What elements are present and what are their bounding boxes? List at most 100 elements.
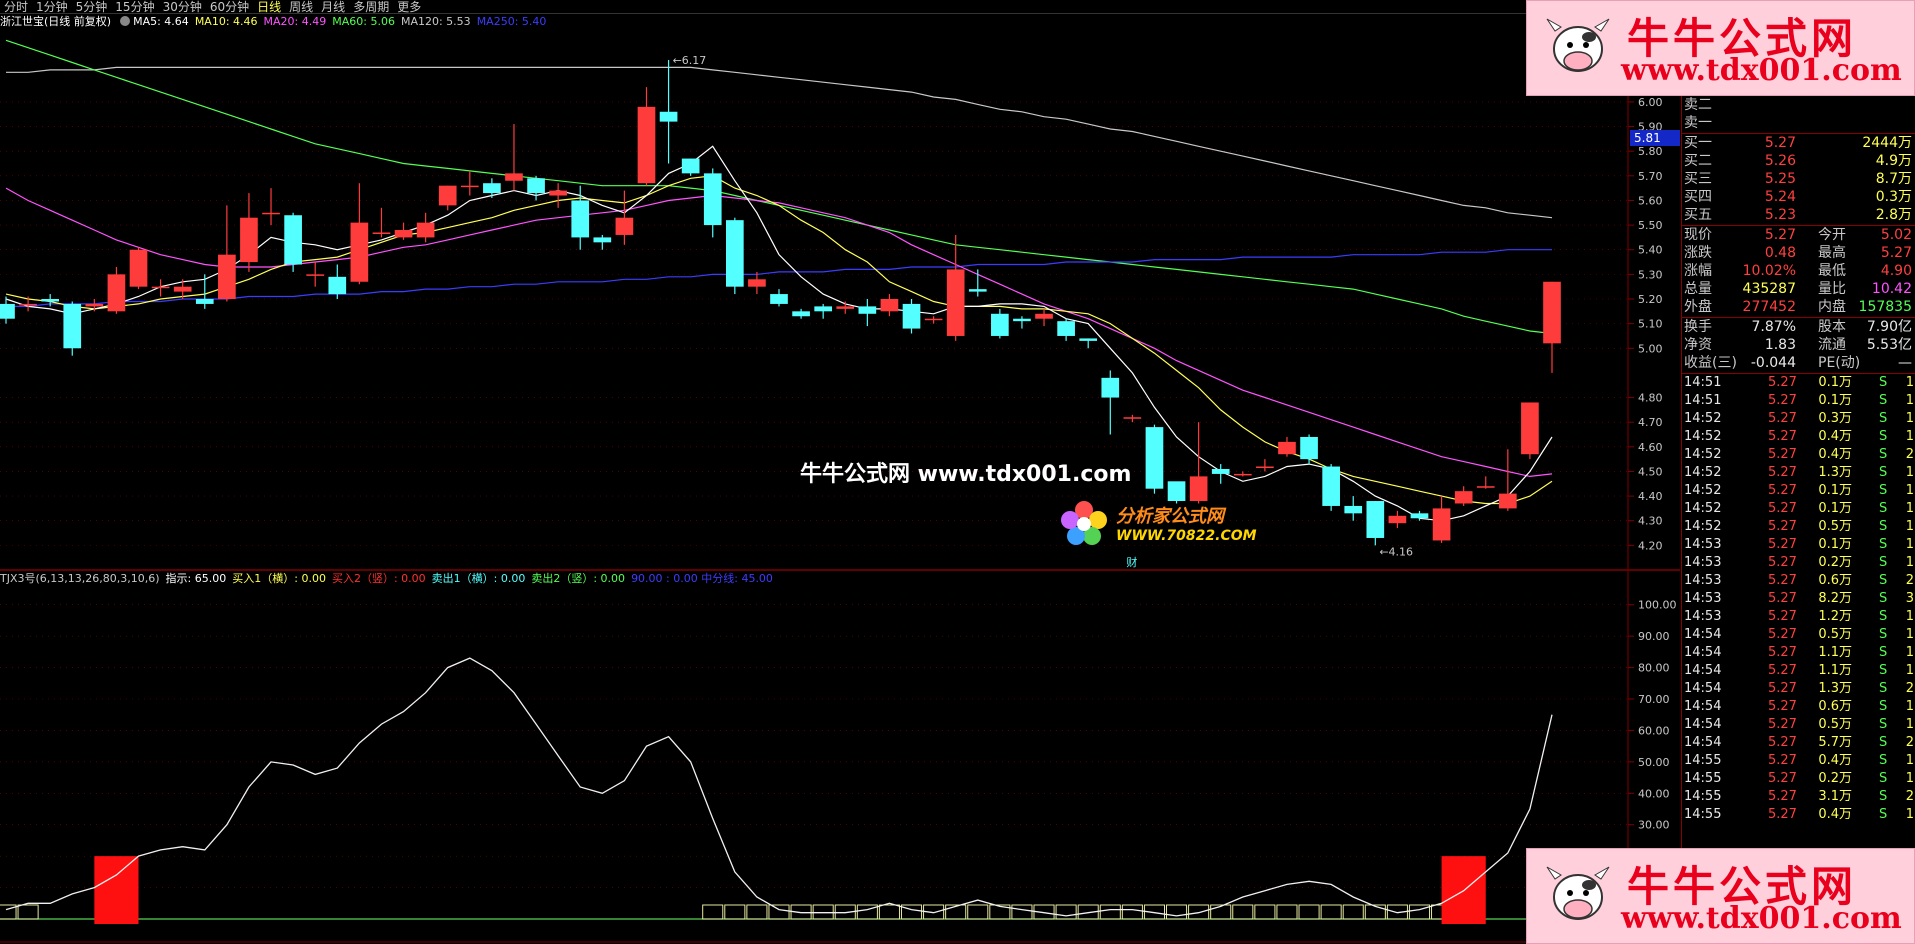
candle-body[interactable] <box>19 303 37 306</box>
tick-row[interactable]: 14:52 5.27 0.1万 S 1 <box>1684 500 1914 518</box>
tick-row[interactable]: 14:54 5.27 1.1万 S 1 <box>1684 644 1914 662</box>
period-tab[interactable]: 更多 <box>393 0 425 13</box>
tick-row[interactable]: 14:52 5.27 0.5万 S 1 <box>1684 518 1914 536</box>
buy-level-row[interactable]: 买四 5.24 0.3万 <box>1684 188 1914 206</box>
candle-body[interactable] <box>460 185 479 188</box>
candle-body[interactable] <box>571 200 590 238</box>
candle-body[interactable] <box>615 217 634 235</box>
period-tab[interactable]: 周线 <box>285 0 317 13</box>
candle-body[interactable] <box>306 274 325 276</box>
candle-body[interactable] <box>637 106 656 184</box>
candle-body[interactable] <box>1432 508 1451 541</box>
candle-body[interactable] <box>328 276 347 295</box>
candle-body[interactable] <box>1454 491 1473 504</box>
candle-body[interactable] <box>703 173 722 226</box>
period-tab[interactable]: 1分钟 <box>32 0 72 13</box>
tick-row[interactable]: 14:54 5.27 5.7万 S 2 <box>1684 734 1914 752</box>
candle-body[interactable] <box>968 289 987 292</box>
candle-body[interactable] <box>1410 513 1429 519</box>
tick-row[interactable]: 14:53 5.27 0.2万 S 1 <box>1684 554 1914 572</box>
candle-body[interactable] <box>173 286 192 292</box>
candle-body[interactable] <box>748 279 766 287</box>
candle-body[interactable] <box>1256 466 1274 469</box>
candle-body[interactable] <box>1278 441 1296 455</box>
candle-body[interactable] <box>527 178 545 194</box>
candle-body[interactable] <box>218 254 236 299</box>
candle-body[interactable] <box>681 158 700 174</box>
candle-body[interactable] <box>1211 468 1230 474</box>
period-tab[interactable]: 60分钟 <box>206 0 253 13</box>
buy-level-row[interactable]: 买三 5.25 8.7万 <box>1684 170 1914 188</box>
candle-body[interactable] <box>1013 318 1031 322</box>
candle-body[interactable] <box>1543 281 1561 344</box>
tick-row[interactable]: 14:54 5.27 0.5万 S 1 <box>1684 626 1914 644</box>
candle-body[interactable] <box>1300 436 1318 460</box>
tick-row[interactable]: 14:54 5.27 1.3万 S 2 <box>1684 680 1914 698</box>
candle-body[interactable] <box>416 222 435 238</box>
candle-body[interactable] <box>195 299 214 304</box>
candle-body[interactable] <box>372 232 391 234</box>
candle-body[interactable] <box>1366 501 1385 538</box>
tick-row[interactable]: 14:55 5.27 3.1万 S 2 <box>1684 788 1914 806</box>
sell-level-row[interactable]: 卖二 <box>1684 96 1914 114</box>
candle-body[interactable] <box>1145 427 1164 489</box>
tick-row[interactable]: 14:54 5.27 0.6万 S 1 <box>1684 698 1914 716</box>
buy-level-row[interactable]: 买二 5.26 4.9万 <box>1684 152 1914 170</box>
candle-body[interactable] <box>107 274 126 312</box>
candle-body[interactable] <box>350 222 369 282</box>
tick-row[interactable]: 14:52 5.27 0.4万 S 2 <box>1684 446 1914 464</box>
candle-body[interactable] <box>1344 505 1363 514</box>
tick-row[interactable]: 14:51 5.27 0.1万 S 1 <box>1684 392 1914 410</box>
tick-row[interactable]: 14:55 5.27 0.4万 S 1 <box>1684 752 1914 770</box>
tick-row[interactable]: 14:52 5.27 0.1万 S 1 <box>1684 482 1914 500</box>
buy-level-row[interactable]: 买五 5.23 2.8万 <box>1684 206 1914 224</box>
candle-body[interactable] <box>483 183 501 194</box>
candle-body[interactable] <box>1498 493 1517 509</box>
tick-row[interactable]: 14:53 5.27 8.2万 S 3 <box>1684 590 1914 608</box>
period-tab[interactable]: 5分钟 <box>72 0 112 13</box>
candle-body[interactable] <box>1521 402 1539 455</box>
candle-body[interactable] <box>659 111 678 122</box>
candle-body[interactable] <box>880 299 899 312</box>
tick-row[interactable]: 14:54 5.27 0.5万 S 1 <box>1684 716 1914 734</box>
tick-row[interactable]: 14:53 5.27 0.6万 S 2 <box>1684 572 1914 590</box>
candle-body[interactable] <box>991 313 1009 336</box>
candle-body[interactable] <box>593 237 612 243</box>
candle-body[interactable] <box>1476 486 1495 488</box>
candle-body[interactable] <box>394 230 413 238</box>
candle-body[interactable] <box>1322 466 1340 506</box>
candle-body[interactable] <box>858 306 877 314</box>
candle-body[interactable] <box>549 190 567 196</box>
sell-level-row[interactable]: 卖一 <box>1684 114 1914 132</box>
candle-body[interactable] <box>262 212 280 215</box>
candle-body[interactable] <box>240 217 258 263</box>
tick-row[interactable]: 14:53 5.27 0.1万 S 1 <box>1684 536 1914 554</box>
candle-body[interactable] <box>505 173 523 181</box>
tick-row[interactable]: 14:52 5.27 0.3万 S 1 <box>1684 410 1914 428</box>
candle-body[interactable] <box>129 249 148 287</box>
candle-body[interactable] <box>0 303 15 319</box>
candle-body[interactable] <box>814 306 833 312</box>
candle-body[interactable] <box>725 220 744 287</box>
period-tab[interactable]: 15分钟 <box>111 0 158 13</box>
tick-row[interactable]: 14:55 5.27 0.4万 S 1 <box>1684 806 1914 824</box>
candle-body[interactable] <box>924 318 943 321</box>
period-tab[interactable]: 分时 <box>0 0 32 13</box>
candle-body[interactable] <box>770 294 788 304</box>
candle-body[interactable] <box>1057 321 1075 336</box>
buy-signal-bar[interactable] <box>94 856 139 924</box>
candle-body[interactable] <box>151 286 170 289</box>
candle-body[interactable] <box>438 185 457 206</box>
candle-body[interactable] <box>792 311 810 317</box>
cai-marker[interactable]: 财 <box>1126 555 1137 569</box>
period-tab[interactable]: 月线 <box>317 0 349 13</box>
tick-row[interactable]: 14:52 5.27 0.4万 S 1 <box>1684 428 1914 446</box>
candle-body[interactable] <box>1233 473 1252 476</box>
buy-level-row[interactable]: 买一 5.27 2444万 <box>1684 134 1914 152</box>
candle-body[interactable] <box>1388 515 1407 524</box>
tick-row[interactable]: 14:52 5.27 1.3万 S 1 <box>1684 464 1914 482</box>
period-tab[interactable]: 30分钟 <box>159 0 206 13</box>
tick-row[interactable]: 14:51 5.27 0.1万 S 1 <box>1684 374 1914 392</box>
candle-body[interactable] <box>902 303 921 329</box>
candle-body[interactable] <box>284 215 302 265</box>
